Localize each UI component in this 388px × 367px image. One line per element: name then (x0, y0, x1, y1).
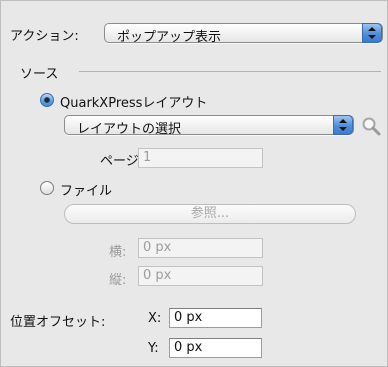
width-label: 横: (109, 245, 127, 260)
source-heading: ソース (20, 67, 59, 82)
popup-arrows-icon (333, 115, 353, 135)
magnifier-icon[interactable] (361, 116, 381, 140)
action-settings-panel: アクション: ポップアップ表示 ソース QuarkXPressレイアウト レイア… (0, 0, 388, 367)
offset-x-field[interactable]: 0 px (169, 308, 262, 328)
popup-arrows-icon (362, 23, 382, 43)
offset-y-label: Y: (148, 341, 159, 356)
layout-select-popup[interactable]: レイアウトの選択 (64, 115, 354, 137)
offset-label: 位置オフセット: (10, 315, 106, 330)
source-divider (79, 71, 381, 72)
height-field[interactable]: 0 px (138, 266, 263, 286)
offset-y-field[interactable]: 0 px (169, 338, 262, 358)
layout-radio-label: QuarkXPressレイアウト (60, 96, 208, 111)
height-label: 縦: (109, 273, 127, 288)
file-radio-label: ファイル (60, 184, 113, 199)
width-field[interactable]: 0 px (138, 238, 263, 258)
layout-radio[interactable] (40, 93, 54, 107)
browse-button[interactable]: 参照... (64, 204, 356, 224)
page-label: ページ: (100, 154, 144, 169)
action-label: アクション: (10, 29, 79, 44)
layout-select-value: レイアウトの選択 (77, 122, 182, 137)
page-field[interactable]: 1 (138, 148, 263, 168)
action-popup[interactable]: ポップアップ表示 (104, 23, 383, 45)
action-popup-value: ポップアップ表示 (117, 30, 222, 45)
offset-x-label: X: (148, 311, 162, 326)
file-radio[interactable] (40, 181, 54, 195)
